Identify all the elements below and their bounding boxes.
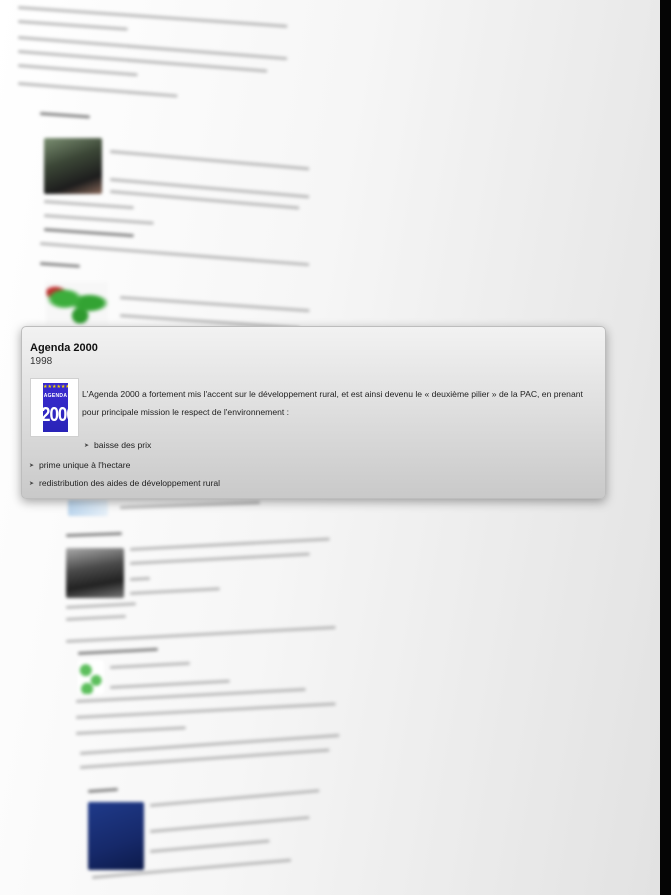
popover-description: L'Agenda 2000 a fortement mis l'accent s… [82, 389, 583, 417]
bullet-text: prime unique à l'hectare [39, 460, 131, 470]
blurred-map-thumbnail [46, 282, 108, 324]
arrow-bullet-icon: ➤ [29, 481, 35, 487]
logo-year: 2000 [43, 403, 68, 426]
blurred-small-thumbnail [68, 500, 108, 516]
bullet-item: ➤ baisse des prix [84, 440, 151, 450]
popover-year: 1998 [30, 356, 53, 367]
logo-word: AGENDA [43, 393, 68, 399]
arrow-bullet-icon: ➤ [29, 463, 35, 469]
glossary-popover[interactable]: Agenda 2000 1998 ★★★★★★ AGENDA 2000 L'Ag… [21, 326, 606, 499]
popover-title: Agenda 2000 [30, 342, 98, 354]
bullet-item: ➤ prime unique à l'hectare [29, 460, 130, 470]
bullet-text: redistribution des aides de développemen… [39, 478, 221, 488]
right-edge-bar [660, 0, 671, 895]
bullet-text: baisse des prix [94, 440, 152, 450]
bullet-item: ➤ redistribution des aides de développeme… [29, 478, 220, 488]
blurred-blue-photo-thumbnail [88, 802, 144, 870]
blurred-diagram-thumbnail [78, 660, 104, 694]
agenda-2000-logo: ★★★★★★ AGENDA 2000 [30, 378, 79, 437]
logo-badge: ★★★★★★ AGENDA 2000 [43, 383, 68, 432]
blurred-photo-thumbnail-2 [66, 548, 124, 598]
eu-stars-icon: ★★★★★★ [43, 384, 68, 390]
arrow-bullet-icon: ➤ [84, 443, 90, 449]
blurred-photo-thumbnail [44, 138, 102, 194]
